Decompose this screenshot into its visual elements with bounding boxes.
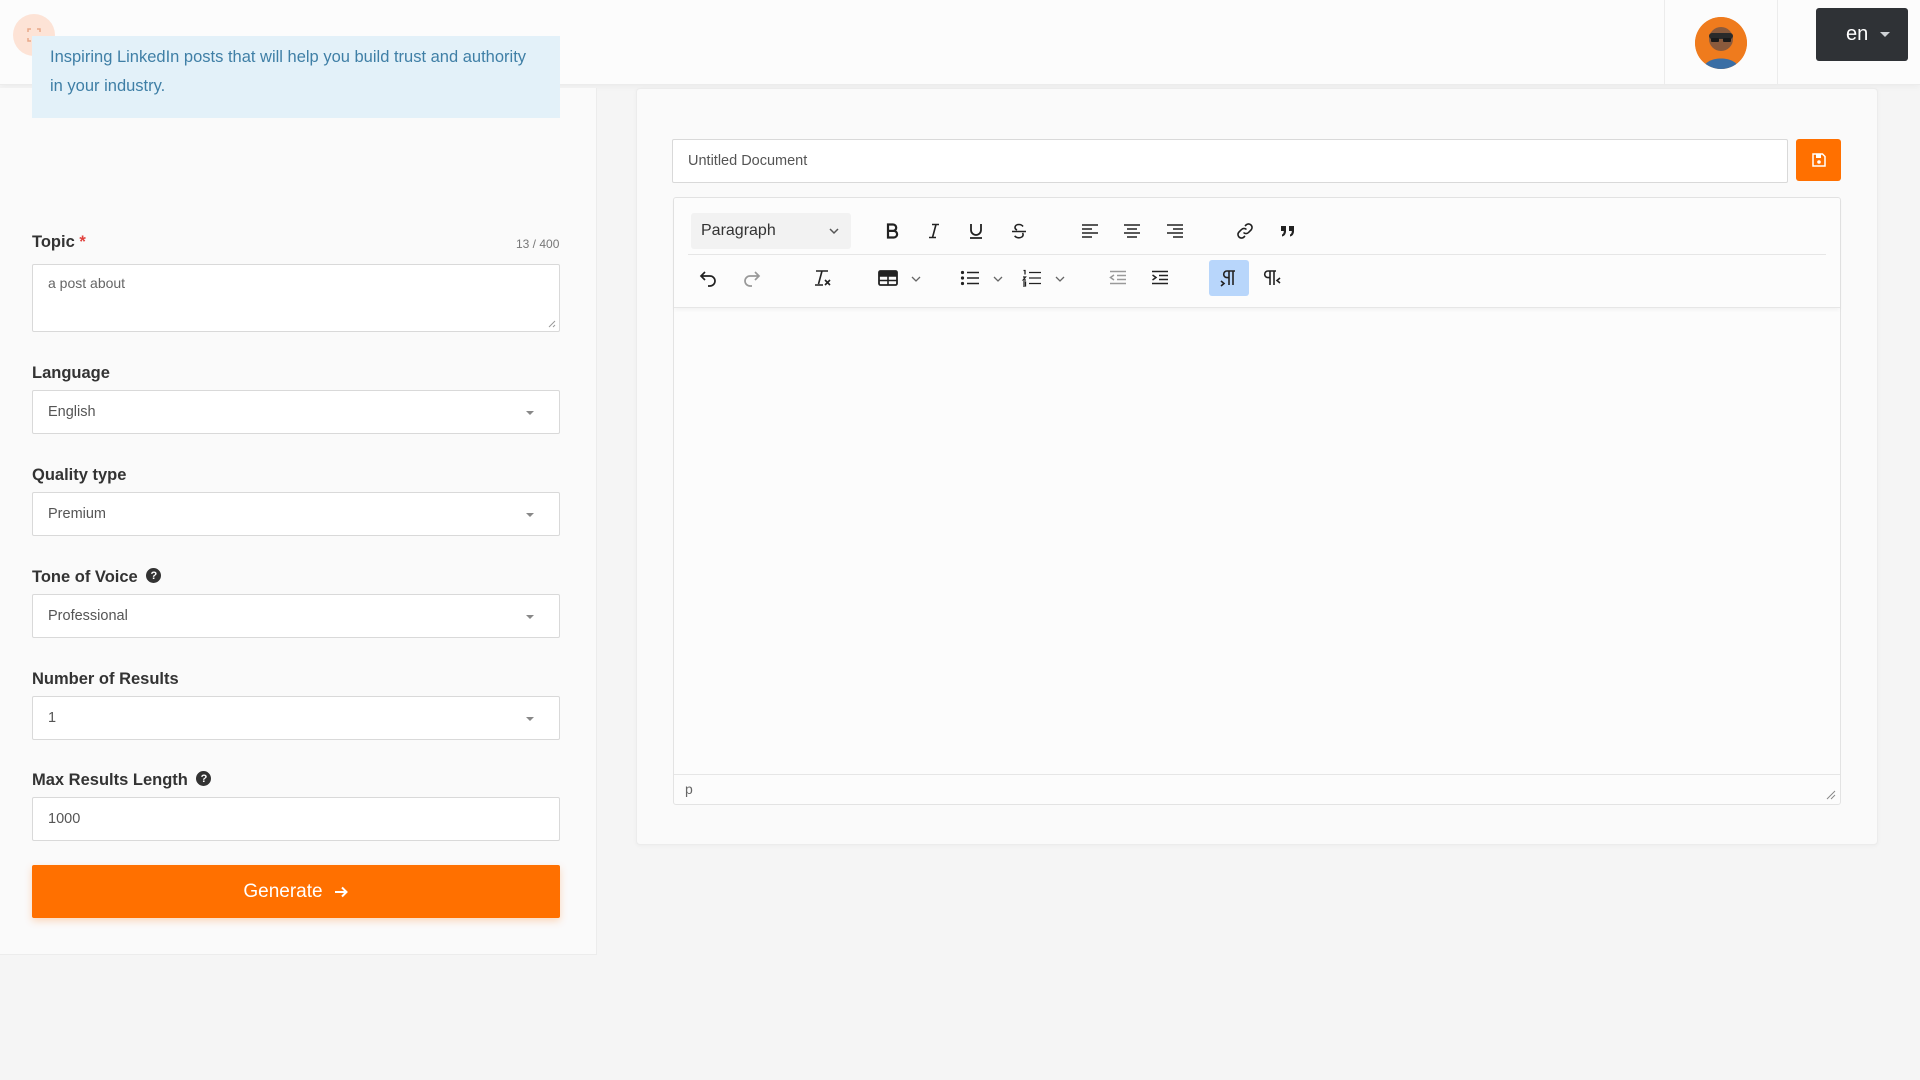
align-left-icon: [1082, 224, 1098, 238]
editor-toolbar: Paragraph: [674, 198, 1840, 308]
dropdown-arrow-icon: [526, 411, 534, 415]
topic-input[interactable]: a post about: [32, 264, 560, 332]
align-left-button[interactable]: [1070, 213, 1110, 249]
resize-handle-icon[interactable]: [546, 318, 556, 328]
indent-button[interactable]: [1140, 260, 1180, 296]
outdent-button[interactable]: [1098, 260, 1138, 296]
topic-label-text: Topic: [32, 233, 75, 251]
number-of-results-select[interactable]: 1: [32, 696, 560, 740]
caret-down-icon: [1880, 32, 1890, 37]
toolbar-divider: [688, 254, 1826, 255]
italic-button[interactable]: [914, 213, 954, 249]
max-results-length-label-text: Max Results Length: [32, 771, 188, 789]
chevron-down-icon: [993, 276, 1003, 282]
tone-of-voice-label: Tone of Voice ?: [32, 568, 162, 587]
generate-button[interactable]: Generate: [32, 865, 560, 918]
align-center-icon: [1124, 224, 1140, 238]
editor-content-area[interactable]: [674, 309, 1840, 775]
bullet-list-button[interactable]: [952, 260, 1008, 296]
numbered-list-button[interactable]: [1014, 260, 1070, 296]
strikethrough-icon: [1012, 223, 1026, 239]
save-button[interactable]: [1796, 139, 1841, 181]
bold-icon: [886, 223, 899, 239]
tone-of-voice-label-text: Tone of Voice: [32, 568, 138, 586]
bold-button[interactable]: [872, 213, 912, 249]
chevron-down-icon: [829, 228, 839, 235]
outdent-icon: [1109, 270, 1126, 285]
number-of-results-label: Number of Results: [32, 670, 179, 688]
blockquote-button[interactable]: [1268, 213, 1308, 249]
help-icon[interactable]: ?: [146, 568, 162, 584]
quality-type-value: Premium: [48, 506, 107, 522]
ltr-direction-button[interactable]: [1209, 260, 1249, 296]
language-select-value: English: [48, 404, 96, 420]
max-results-length-input[interactable]: 1000: [32, 797, 560, 841]
table-button[interactable]: [870, 260, 926, 296]
block-format-value: Paragraph: [701, 222, 776, 239]
indent-icon: [1152, 270, 1168, 285]
underline-button[interactable]: [956, 213, 996, 249]
language-label: Language: [32, 364, 110, 382]
required-mark: *: [79, 233, 86, 251]
tone-of-voice-value: Professional: [48, 608, 128, 624]
align-right-button[interactable]: [1155, 213, 1195, 249]
help-icon[interactable]: ?: [196, 771, 212, 787]
avatar-container: [1664, 0, 1778, 85]
link-button[interactable]: [1225, 213, 1265, 249]
clear-format-icon: [815, 270, 831, 286]
strikethrough-button[interactable]: [999, 213, 1039, 249]
table-icon: [878, 270, 898, 286]
character-counter: 13 / 400: [516, 237, 560, 251]
number-of-results-value: 1: [48, 710, 57, 726]
dropdown-arrow-icon: [526, 513, 534, 517]
max-results-length-label: Max Results Length ?: [32, 771, 212, 790]
rich-text-editor: Paragraph p: [673, 197, 1841, 805]
align-center-button[interactable]: [1112, 213, 1152, 249]
undo-icon: [699, 271, 716, 287]
redo-button[interactable]: [732, 260, 772, 296]
language-switcher-label: en: [1846, 23, 1869, 45]
undo-button[interactable]: [688, 260, 728, 296]
clear-format-button[interactable]: [802, 260, 842, 296]
element-path[interactable]: p: [685, 781, 693, 797]
dropdown-arrow-icon: [526, 717, 534, 721]
align-right-icon: [1167, 224, 1183, 238]
tone-of-voice-select[interactable]: Professional: [32, 594, 560, 638]
arrow-right-icon: [334, 886, 348, 897]
topic-input-value: a post about: [48, 275, 126, 291]
chevron-down-icon: [911, 276, 921, 282]
template-description: Inspiring LinkedIn posts that will help …: [32, 36, 560, 118]
dropdown-arrow-icon: [526, 615, 534, 619]
document-title-value: Untitled Document: [688, 153, 808, 169]
blockquote-icon: [1281, 226, 1294, 237]
rtl-direction-button[interactable]: [1252, 260, 1292, 296]
ltr-icon: [1220, 270, 1235, 287]
save-icon: [1811, 153, 1826, 167]
quality-type-select[interactable]: Premium: [32, 492, 560, 536]
redo-icon: [744, 271, 761, 287]
max-results-length-value: 1000: [48, 811, 81, 827]
block-format-select[interactable]: Paragraph: [691, 213, 851, 249]
italic-icon: [929, 223, 939, 239]
resize-handle-icon[interactable]: [1824, 788, 1836, 800]
user-avatar[interactable]: [1695, 16, 1747, 69]
chevron-down-icon: [1055, 276, 1065, 282]
numbered-list-icon: [1021, 269, 1041, 287]
generate-button-label: Generate: [243, 880, 323, 902]
language-select[interactable]: English: [32, 390, 560, 434]
language-switcher[interactable]: en: [1816, 8, 1908, 61]
rtl-icon: [1263, 270, 1281, 285]
link-icon: [1237, 223, 1253, 239]
quality-type-label: Quality type: [32, 466, 127, 484]
topic-label: Topic *: [32, 233, 86, 252]
bullet-list-icon: [960, 270, 979, 286]
underline-icon: [970, 224, 982, 239]
document-title-input[interactable]: Untitled Document: [672, 139, 1788, 183]
editor-statusbar: p: [674, 774, 1840, 804]
